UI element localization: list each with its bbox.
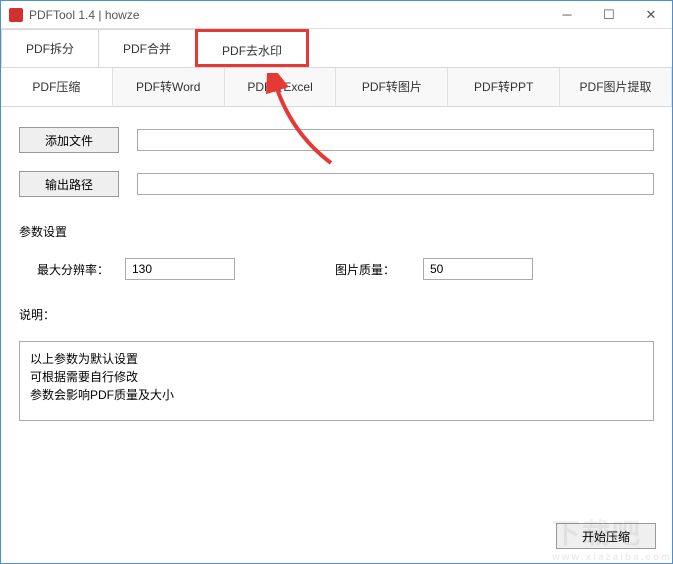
app-window: PDFTool 1.4 | howze ─ ☐ ✕ PDF拆分 PDF合并 PD… xyxy=(0,0,673,564)
app-icon xyxy=(9,8,23,22)
file-path-display xyxy=(137,129,654,151)
tab-pdf-merge[interactable]: PDF合并 xyxy=(98,29,196,67)
maximize-button[interactable]: ☐ xyxy=(588,1,630,28)
tab-pdf-compress[interactable]: PDF压缩 xyxy=(1,68,113,106)
description-header: 说明： xyxy=(19,306,654,323)
max-resolution-input[interactable] xyxy=(125,258,235,280)
close-button[interactable]: ✕ xyxy=(630,1,672,28)
desc-line-2: 可根据需要自行修改 xyxy=(30,368,643,386)
output-path-display xyxy=(137,173,654,195)
top-tabs: PDF拆分 PDF合并 PDF去水印 xyxy=(1,29,672,68)
desc-line-1: 以上参数为默认设置 xyxy=(30,350,643,368)
tab-pdf-to-ppt[interactable]: PDF转PPT xyxy=(448,68,560,106)
params-label: 参数设置 xyxy=(19,223,654,240)
description-box: 以上参数为默认设置 可根据需要自行修改 参数会影响PDF质量及大小 xyxy=(19,341,654,421)
params-row: 最大分辨率： 图片质量： xyxy=(19,258,654,280)
image-quality-input[interactable] xyxy=(423,258,533,280)
footer: 开始压缩 xyxy=(556,523,656,549)
start-compress-button[interactable]: 开始压缩 xyxy=(556,523,656,549)
add-file-row: 添加文件 xyxy=(19,127,654,153)
tab-pdf-split[interactable]: PDF拆分 xyxy=(1,29,99,67)
tab-pdf-remove-watermark[interactable]: PDF去水印 xyxy=(195,29,309,67)
tab-pdf-to-word[interactable]: PDF转Word xyxy=(113,68,225,106)
tab-pdf-extract-images[interactable]: PDF图片提取 xyxy=(560,68,672,106)
image-quality-label: 图片质量： xyxy=(335,261,423,278)
output-path-row: 输出路径 xyxy=(19,171,654,197)
titlebar: PDFTool 1.4 | howze ─ ☐ ✕ xyxy=(1,1,672,29)
sub-tabs: PDF压缩 PDF转Word PDF转Excel PDF转图片 PDF转PPT … xyxy=(1,68,672,107)
window-title: PDFTool 1.4 | howze xyxy=(29,8,546,22)
main-content: 添加文件 输出路径 参数设置 最大分辨率： 图片质量： 说明： 以上参数为默认设… xyxy=(1,107,672,441)
minimize-button[interactable]: ─ xyxy=(546,1,588,28)
max-resolution-label: 最大分辨率： xyxy=(37,261,125,278)
window-controls: ─ ☐ ✕ xyxy=(546,1,672,28)
desc-line-3: 参数会影响PDF质量及大小 xyxy=(30,386,643,404)
tab-pdf-to-excel[interactable]: PDF转Excel xyxy=(225,68,337,106)
tab-pdf-to-image[interactable]: PDF转图片 xyxy=(336,68,448,106)
add-file-button[interactable]: 添加文件 xyxy=(19,127,119,153)
output-path-button[interactable]: 输出路径 xyxy=(19,171,119,197)
